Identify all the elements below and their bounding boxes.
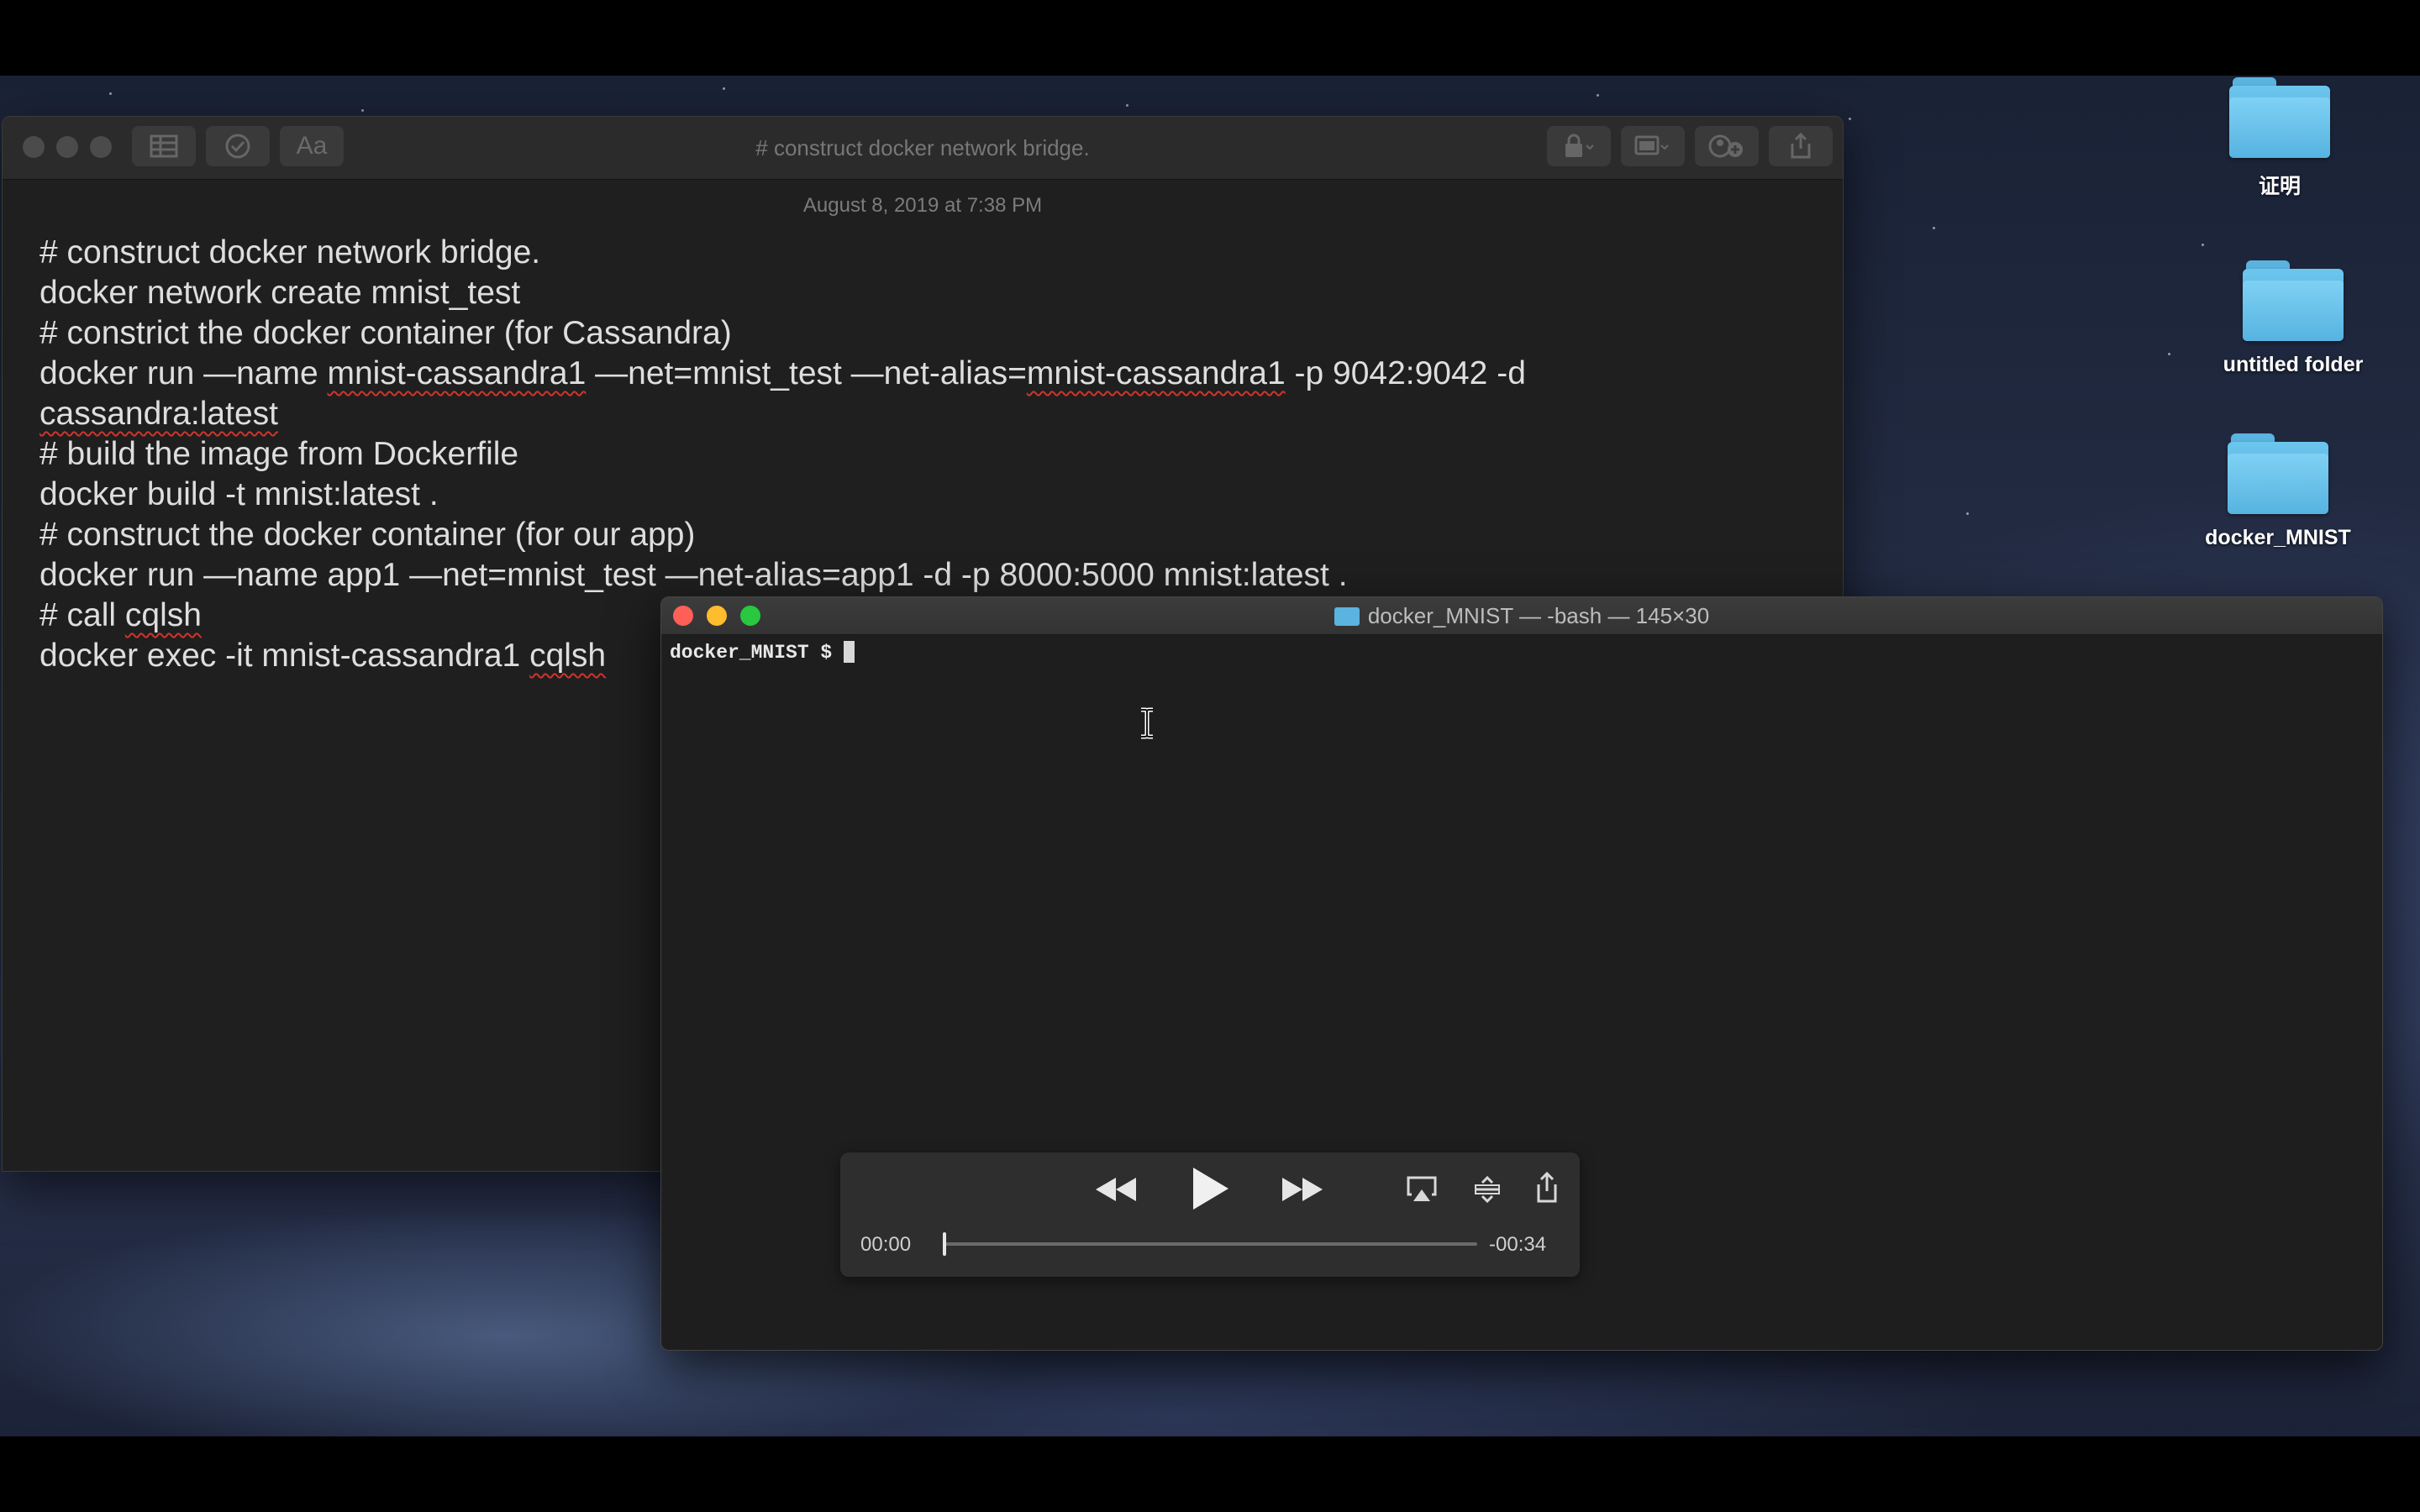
- note-line: # construct docker network bridge.: [39, 234, 541, 270]
- misspelled-word: cqlsh: [124, 597, 202, 633]
- misspelled-word: cassandra:latest: [39, 396, 278, 432]
- add-person-icon: [1708, 134, 1743, 158]
- close-button[interactable]: [23, 136, 45, 158]
- share-icon[interactable]: [1534, 1171, 1560, 1205]
- desktop-folder-label: 证明: [2258, 175, 2301, 198]
- note-line: # constrict the docker container (for Ca…: [39, 315, 732, 351]
- trim-button[interactable]: [1472, 1174, 1502, 1205]
- note-line: docker network create mnist_test: [39, 275, 521, 311]
- folder-icon: [2228, 433, 2328, 514]
- note-date: August 8, 2019 at 7:38 PM: [802, 194, 1043, 217]
- note-text: # call: [39, 597, 125, 633]
- misspelled-word: cqlsh: [529, 638, 607, 674]
- note-text: docker exec -it mnist-cassandra1: [39, 638, 530, 674]
- note-line: docker run —name app1 —net=mnist_test —n…: [39, 557, 1348, 593]
- desktop-folder-label: untitled folder: [2223, 353, 2364, 376]
- window-title: docker_MNIST — -bash — 145×30: [661, 597, 2382, 634]
- lock-icon: [1565, 134, 1594, 157]
- fast-forward-button[interactable]: [1279, 1171, 1326, 1208]
- zoom-button[interactable]: [90, 136, 112, 158]
- ibeam-cursor-icon: [1141, 707, 1153, 739]
- minimize-button[interactable]: [56, 136, 78, 158]
- desktop-folder-untitled[interactable]: untitled folder: [2209, 260, 2377, 377]
- terminal-output[interactable]: docker_MNIST $: [670, 641, 855, 664]
- folder-icon: [2229, 77, 2330, 158]
- elapsed-time: 00:00: [860, 1233, 912, 1256]
- photo-icon: [1634, 135, 1669, 155]
- video-controls: 00:00 -00:34: [840, 1152, 1580, 1277]
- note-line: docker build -t mnist:latest .: [39, 476, 439, 512]
- gallery-button[interactable]: [1621, 126, 1685, 166]
- rewind-button[interactable]: [1092, 1171, 1139, 1208]
- note-line: docker run —name mnist-cassandra1 —net=m…: [39, 354, 1804, 394]
- table-button[interactable]: [132, 126, 196, 166]
- format-button[interactable]: Aa: [280, 126, 344, 166]
- desktop-folder-label: docker_MNIST: [2205, 526, 2351, 549]
- scrubber-handle[interactable]: [943, 1232, 946, 1256]
- share-button[interactable]: [1769, 126, 1833, 166]
- folder-icon: [2243, 260, 2344, 341]
- note-line: # construct the docker container (for ou…: [39, 517, 696, 553]
- terminal-titlebar[interactable]: docker_MNIST — -bash — 145×30: [661, 597, 2382, 635]
- scrubber-track[interactable]: [943, 1232, 1477, 1256]
- folder-icon: [1334, 607, 1360, 626]
- note-text: -p 9042:9042 -d: [1285, 355, 1526, 391]
- table-icon: [150, 134, 178, 158]
- checklist-button[interactable]: [206, 126, 270, 166]
- notes-toolbar: # construct docker network bridge. Aa: [3, 117, 1843, 180]
- play-button[interactable]: [1188, 1164, 1232, 1213]
- desktop-folder-docker-mnist[interactable]: docker_MNIST: [2194, 433, 2362, 550]
- misspelled-word: mnist-cassandra1: [1026, 355, 1286, 391]
- note-line: # build the image from Dockerfile: [39, 436, 519, 472]
- note-text: —net=mnist_test —net-alias=: [586, 355, 1027, 391]
- checkmark-circle-icon: [225, 134, 250, 159]
- remaining-time: -00:34: [1489, 1233, 1547, 1256]
- lock-button[interactable]: [1547, 126, 1611, 166]
- note-text: docker run —name: [39, 355, 328, 391]
- desktop-folder-zhengming[interactable]: 证明: [2196, 77, 2364, 200]
- share-icon: [1791, 132, 1811, 159]
- terminal-title-text: docker_MNIST — -bash — 145×30: [1367, 603, 1710, 628]
- shell-prompt: docker_MNIST $: [670, 642, 844, 664]
- misspelled-word: mnist-cassandra1: [327, 355, 587, 391]
- text-cursor: [844, 641, 855, 663]
- note-line: cassandra:latest: [39, 394, 1804, 434]
- airplay-button[interactable]: [1405, 1174, 1439, 1205]
- add-people-button[interactable]: [1695, 126, 1759, 166]
